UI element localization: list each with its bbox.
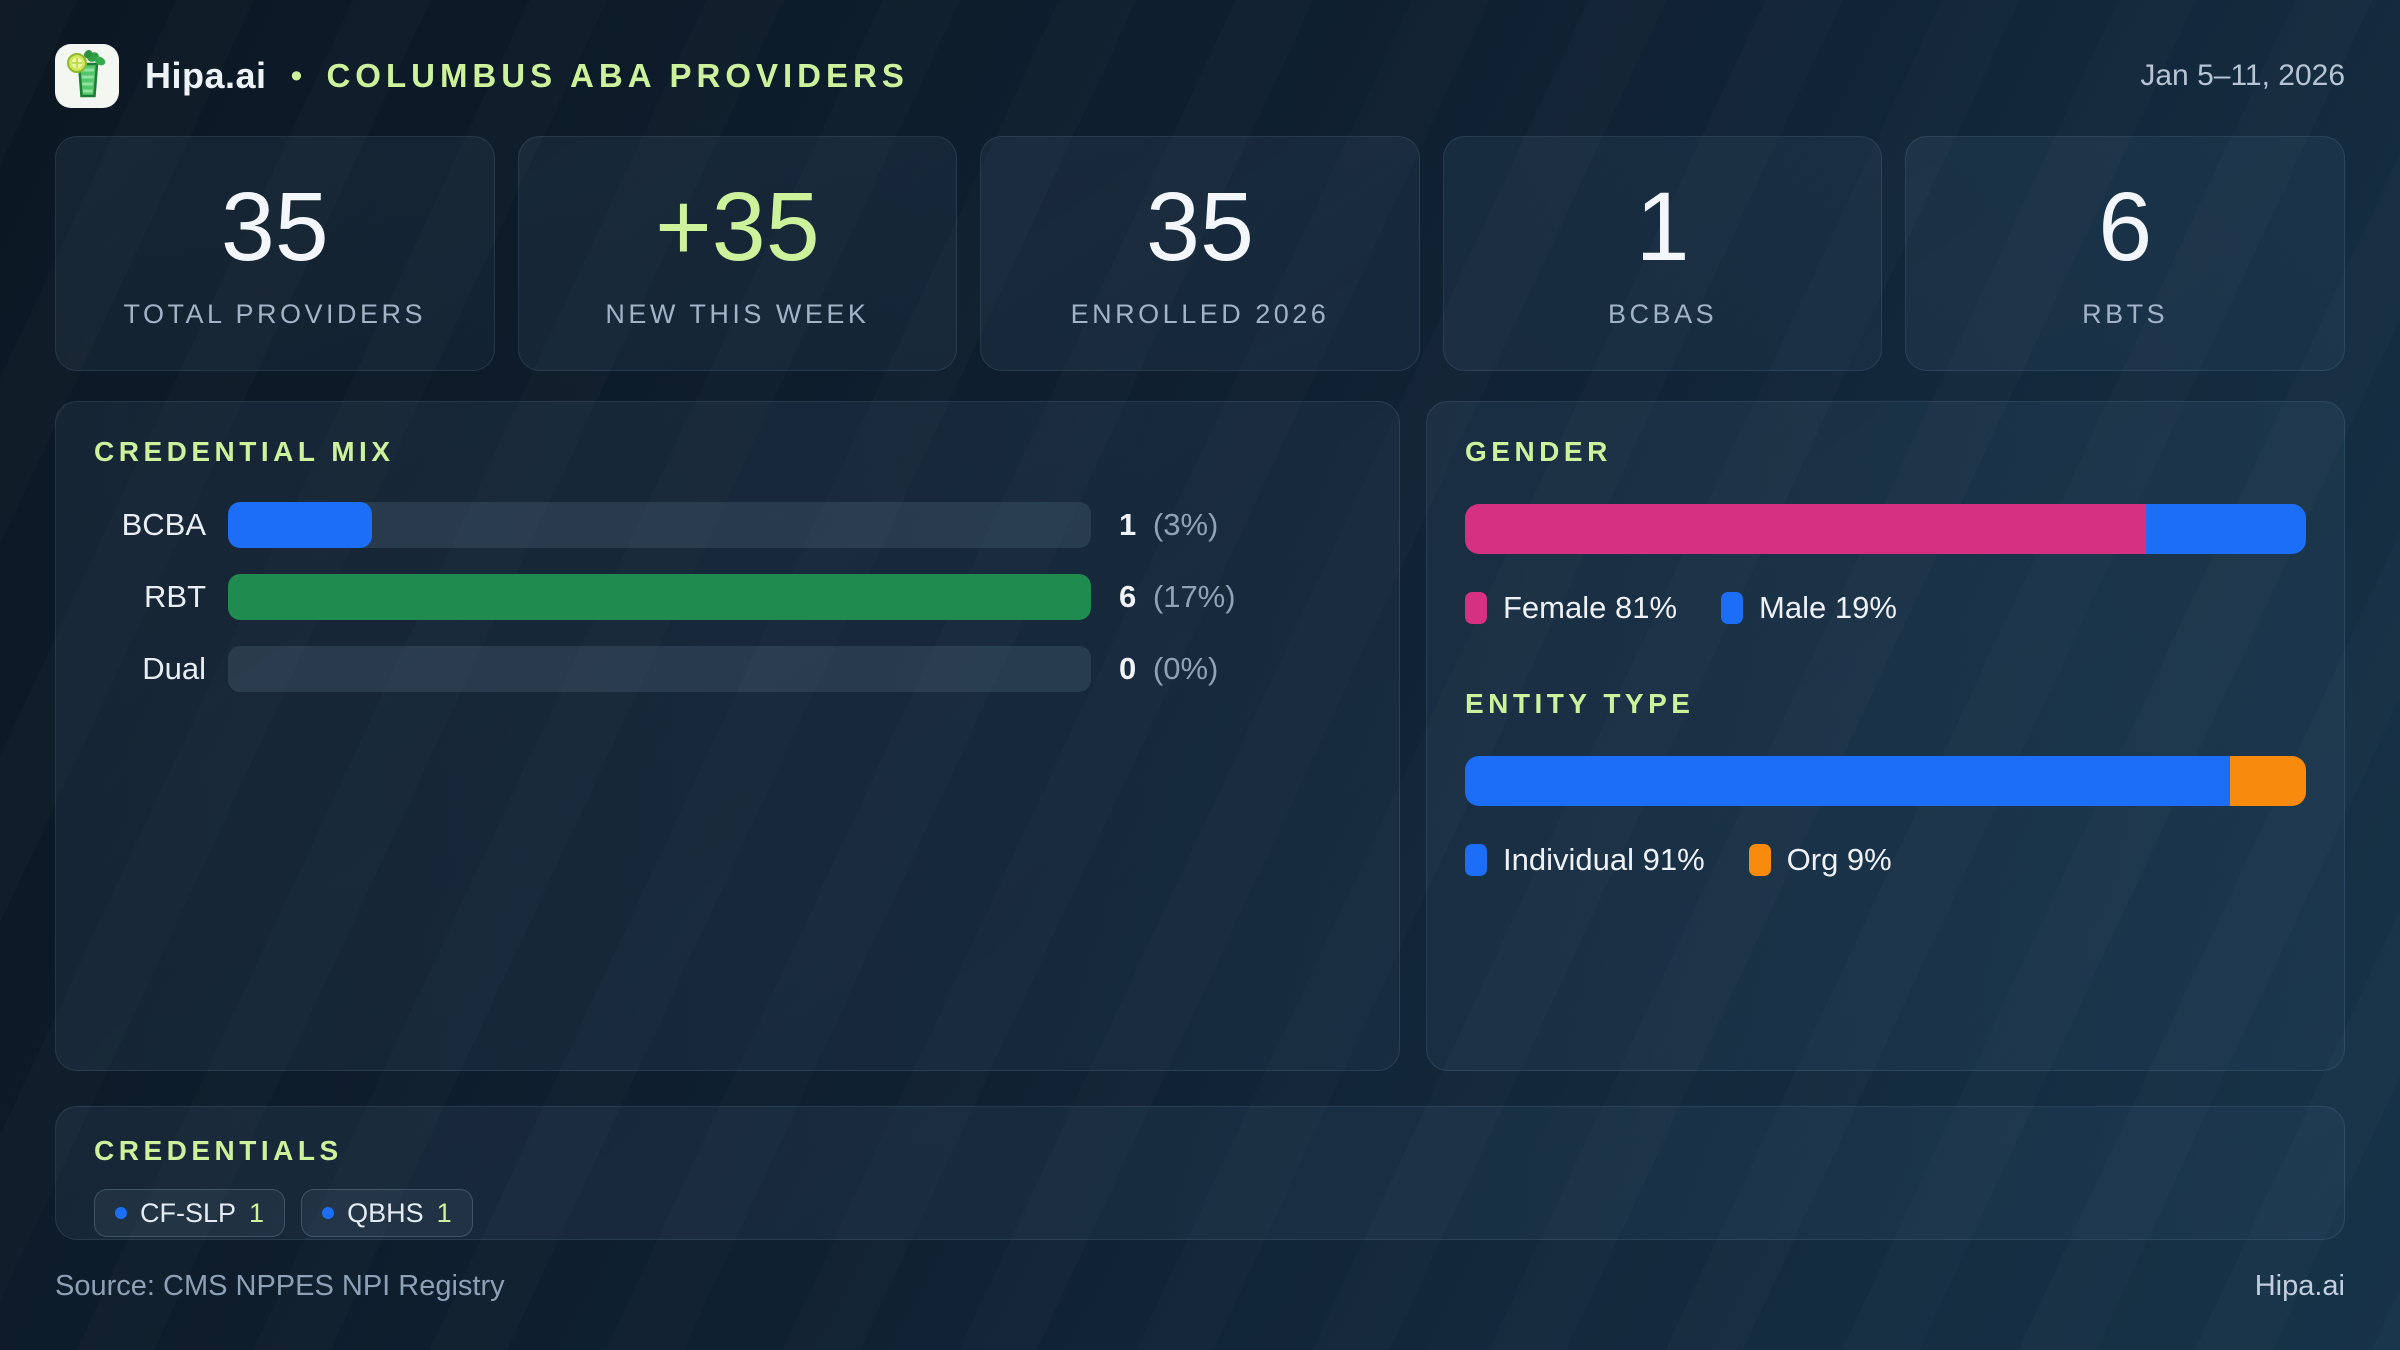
legend-label: Org 9% — [1786, 842, 1892, 877]
bar-row-dual: Dual 0 (0%) — [94, 646, 1361, 692]
header: Hipa.ai • COLUMBUS ABA PROVIDERS Jan 5–1… — [55, 40, 2345, 112]
credential-chip-qbhs: QBHS 1 — [301, 1189, 473, 1237]
bar-track — [228, 646, 1091, 692]
legend-item-individual: Individual 91% — [1465, 842, 1705, 878]
bar-count: 1 — [1119, 507, 1137, 542]
stat-label: NEW THIS WEEK — [605, 298, 870, 329]
chip-count: 1 — [249, 1197, 265, 1228]
gender-segment-male — [2146, 504, 2306, 554]
stat-label: ENROLLED 2026 — [1070, 298, 1330, 329]
footer-brand: Hipa.ai — [2254, 1270, 2345, 1302]
bar-value: 0 (0%) — [1119, 651, 1361, 687]
stat-cards-row: 35 TOTAL PROVIDERS +35 NEW THIS WEEK 35 … — [55, 136, 2345, 371]
chip-label: QBHS — [347, 1197, 424, 1228]
credential-chip-cf-slp: CF-SLP 1 — [94, 1189, 286, 1237]
stat-label: RBTS — [2082, 298, 2169, 329]
stat-card-total-providers: 35 TOTAL PROVIDERS — [55, 136, 495, 371]
bar-value: 1 (3%) — [1119, 507, 1361, 543]
legend-swatch — [1465, 592, 1487, 624]
gender-segment-female — [1465, 504, 2147, 554]
bar-track — [228, 574, 1091, 620]
stat-card-new-this-week: +35 NEW THIS WEEK — [517, 136, 958, 371]
bar-percent: (17%) — [1152, 579, 1236, 614]
bar-count: 6 — [1119, 579, 1137, 614]
brand-name: Hipa.ai — [145, 55, 267, 96]
stat-value: +35 — [655, 171, 820, 281]
chip-dot-icon — [115, 1207, 127, 1219]
credentials-panel: CREDENTIALS CF-SLP 1 QBHS 1 — [55, 1106, 2345, 1240]
date-range: Jan 5–11, 2026 — [2140, 59, 2345, 92]
stat-value: 35 — [1146, 171, 1254, 281]
bar-label: Dual — [142, 651, 206, 686]
gender-stacked-bar — [1465, 504, 2306, 554]
legend-item-org: Org 9% — [1748, 842, 1892, 878]
page-title: COLUMBUS ABA PROVIDERS — [326, 57, 909, 94]
legend-item-female: Female 81% — [1465, 590, 1677, 626]
section-title-gender: GENDER — [1465, 436, 1612, 467]
stat-card-rbts: 6 RBTS — [1905, 136, 2345, 371]
bar-row-rbt: RBT 6 (17%) — [94, 574, 1361, 620]
entity-segment-individual — [1465, 756, 2231, 806]
bar-fill — [228, 502, 373, 548]
bar-label: RBT — [144, 579, 206, 614]
stat-card-enrolled: 35 ENROLLED 2026 — [980, 136, 1420, 371]
legend-label: Individual 91% — [1503, 842, 1705, 877]
entity-type-legend: Individual 91% Org 9% — [1465, 842, 2306, 878]
bar-track — [228, 502, 1091, 548]
bar-count: 0 — [1119, 651, 1137, 686]
legend-label: Female 81% — [1503, 590, 1678, 625]
entity-type-stacked-bar — [1465, 756, 2306, 806]
footer: Source: CMS NPPES NPI Registry Hipa.ai — [55, 1270, 2345, 1303]
entity-segment-org — [2230, 756, 2306, 806]
section-title-credential-mix: CREDENTIAL MIX — [94, 436, 395, 467]
chip-dot-icon — [322, 1207, 335, 1219]
legend-swatch — [1465, 844, 1487, 876]
mojito-logo-icon — [55, 44, 119, 108]
section-title-entity-type: ENTITY TYPE — [1465, 688, 1695, 719]
credential-mix-panel: CREDENTIAL MIX BCBA 1 (3%) RBT 6 (17%) D… — [55, 401, 1400, 1071]
legend-label: Male 19% — [1759, 590, 1897, 625]
stat-label: BCBAS — [1608, 298, 1718, 329]
stat-value: 1 — [1635, 171, 1690, 281]
legend-item-male: Male 19% — [1721, 590, 1897, 626]
credentials-chip-list: CF-SLP 1 QBHS 1 — [94, 1189, 2306, 1237]
stat-value: 6 — [2098, 171, 2153, 281]
stat-card-bcbas: 1 BCBAS — [1442, 136, 1883, 371]
main-row: CREDENTIAL MIX BCBA 1 (3%) RBT 6 (17%) D… — [55, 401, 2345, 1071]
bar-row-bcba: BCBA 1 (3%) — [94, 502, 1361, 548]
section-title-credentials: CREDENTIALS — [94, 1135, 343, 1166]
legend-swatch — [1748, 844, 1771, 876]
bar-label: BCBA — [121, 507, 206, 542]
separator-dot: • — [290, 56, 303, 95]
bar-fill — [228, 574, 1091, 620]
credential-mix-chart: BCBA 1 (3%) RBT 6 (17%) Dual 0 (0%) — [94, 502, 1361, 692]
bar-percent: (0%) — [1152, 651, 1219, 686]
chip-label: CF-SLP — [140, 1197, 237, 1228]
dashboard-page: Hipa.ai • COLUMBUS ABA PROVIDERS Jan 5–1… — [0, 0, 2400, 1350]
source-attribution: Source: CMS NPPES NPI Registry — [55, 1270, 505, 1302]
legend-swatch — [1721, 592, 1744, 624]
stat-value: 35 — [220, 171, 329, 281]
gender-legend: Female 81% Male 19% — [1465, 590, 2306, 626]
bar-value: 6 (17%) — [1119, 579, 1361, 615]
demographics-panel: GENDER Female 81% Male 19% ENTITY TYPE I… — [1426, 401, 2345, 1071]
bar-percent: (3%) — [1152, 507, 1219, 542]
chip-count: 1 — [436, 1197, 452, 1228]
stat-label: TOTAL PROVIDERS — [123, 298, 427, 329]
